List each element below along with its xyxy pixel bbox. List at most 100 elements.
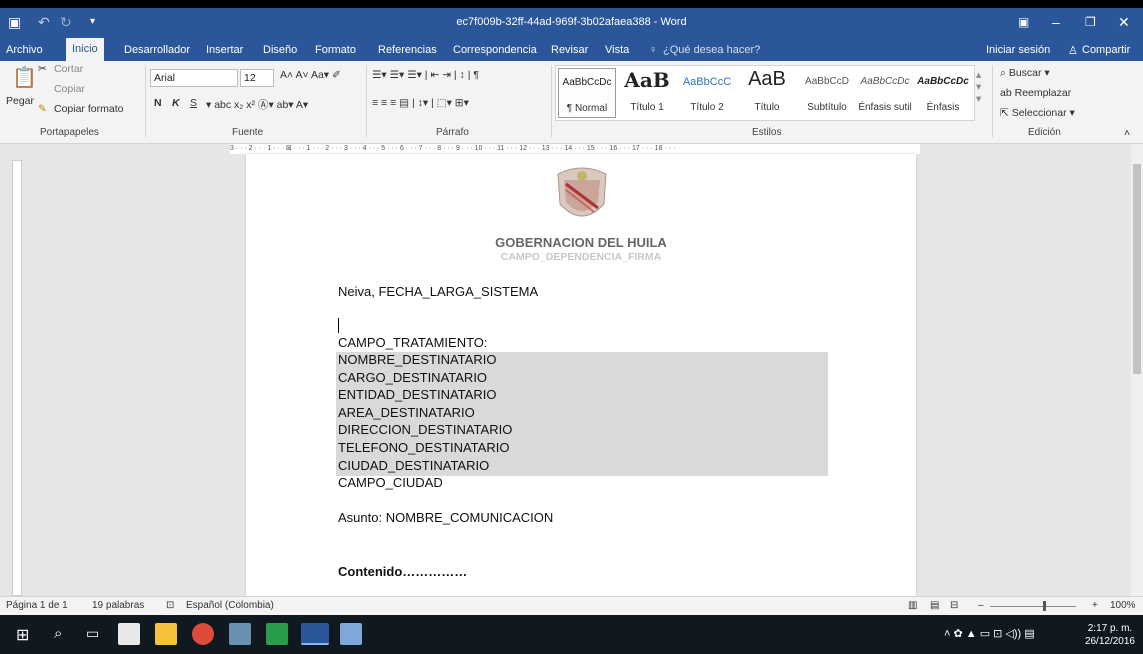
find-button[interactable]: ⌕ Buscar ▾ xyxy=(1000,67,1050,80)
tell-me-box[interactable]: ¿Qué desea hacer? xyxy=(663,44,760,56)
restore-icon[interactable]: ❐ xyxy=(1085,14,1096,30)
word-count[interactable]: 19 palabras xyxy=(92,600,144,611)
word-taskbar-icon[interactable] xyxy=(301,623,329,645)
grow-font-icon[interactable]: A˄ A˅ Aa▾ ✐ xyxy=(280,69,341,81)
word-window: ▣ ↶ ↻ ▾ ec7f009b-32ff-44ad-969f-3b02afae… xyxy=(0,0,1143,654)
web-layout-icon[interactable]: ⊟ xyxy=(950,600,958,611)
collapse-ribbon-icon[interactable]: ˄ xyxy=(1124,127,1130,139)
zoom-slider-thumb[interactable] xyxy=(1043,601,1046,611)
tab-inicio[interactable]: Inicio xyxy=(66,38,104,61)
tab-correspondencia[interactable]: Correspondencia xyxy=(453,44,537,56)
replace-button[interactable]: ab Reemplazar xyxy=(1000,87,1071,99)
chrome-icon[interactable] xyxy=(192,623,214,645)
close-icon[interactable]: ✕ xyxy=(1118,14,1130,30)
copy-button[interactable]: Copiar xyxy=(54,83,85,95)
camtasia-icon[interactable] xyxy=(266,623,288,645)
clock-time: 2:17 p. m. xyxy=(1087,623,1133,634)
style-normal[interactable]: AaBbCcDc ¶ Normal xyxy=(558,68,616,118)
header-subtitle: CAMPO_DEPENDENCIA_FIRMA xyxy=(500,251,662,263)
task-view-icon[interactable]: ▭ xyxy=(86,625,99,642)
cut-button[interactable]: Cortar xyxy=(54,63,83,75)
font-group-label: Fuente xyxy=(232,127,264,138)
style-titulo-2[interactable]: AaBbCcC Título 2 xyxy=(678,68,736,118)
separator xyxy=(992,65,993,137)
coat-of-arms-logo xyxy=(557,167,607,217)
styles-group-label: Estilos xyxy=(752,127,782,138)
app-icon[interactable] xyxy=(229,623,251,645)
style-titulo[interactable]: AaB Título xyxy=(738,68,796,118)
share-button[interactable]: Compartir xyxy=(1082,44,1130,56)
zoom-out-icon[interactable]: – xyxy=(978,600,984,611)
cut-icon: ✂ xyxy=(38,63,47,75)
windows-start-icon[interactable]: ⊞ xyxy=(16,625,29,645)
horizontal-ruler[interactable]: 3 · · · 2 · · · 1 · · · ⊠ · · · 1 · · · … xyxy=(230,144,920,154)
language-indicator[interactable]: Español (Colombia) xyxy=(186,600,274,611)
recipient-line: CARGO_DESTINATARIO xyxy=(338,370,488,385)
print-layout-icon[interactable]: ▤ xyxy=(930,600,939,611)
recipient-line: TELEFONO_DESTINATARIO xyxy=(338,440,510,455)
status-bar: Página 1 de 1 19 palabras ⊡ Español (Col… xyxy=(0,596,1143,615)
bold-button[interactable]: N xyxy=(154,97,162,109)
zoom-level[interactable]: 100% xyxy=(1110,600,1136,611)
zoom-slider[interactable] xyxy=(990,606,1076,607)
tab-archivo[interactable]: Archivo xyxy=(6,44,43,56)
document-page[interactable]: GOBERNACION DEL HUILA CAMPO_DEPENDENCIA_… xyxy=(246,154,916,596)
style-subtitulo[interactable]: AaBbCcD Subtítulo xyxy=(798,68,856,118)
ribbon-display-options-icon[interactable]: ▣ xyxy=(1018,14,1029,30)
top-border xyxy=(0,0,1143,8)
proofing-icon[interactable]: ⊡ xyxy=(166,600,174,611)
window-title: ec7f009b-32ff-44ad-969f-3b02afaea388 - W… xyxy=(456,16,687,28)
system-tray-icons[interactable]: ˄ ✿ ▲ ▭ ⊡ ◁)) ▤ xyxy=(944,627,1035,640)
paste-button[interactable]: Pegar xyxy=(6,95,34,107)
separator xyxy=(551,65,552,137)
tab-insertar[interactable]: Insertar xyxy=(206,44,243,56)
align-icons[interactable]: ≡ ≡ ≡ ▤ | ↕▾ | ⬚▾ ⊞▾ xyxy=(372,97,469,109)
styles-gallery: AaBbCcDc ¶ Normal AaB Título 1 AaBbCcC T… xyxy=(555,65,975,121)
underline-button[interactable]: S xyxy=(190,97,197,109)
font-name-combo[interactable]: Arial xyxy=(150,69,238,87)
format-painter-button[interactable]: Copiar formato xyxy=(54,103,123,115)
vertical-scrollbar[interactable] xyxy=(1131,144,1143,596)
scroll-thumb[interactable] xyxy=(1133,164,1141,374)
paragraph-group-label: Párrafo xyxy=(436,127,469,138)
vertical-ruler[interactable] xyxy=(12,160,22,596)
signin-link[interactable]: Iniciar sesión xyxy=(986,44,1050,56)
styles-scroll-icon[interactable]: ▴ ▾ ▾ xyxy=(976,69,981,105)
read-mode-icon[interactable]: ▥ xyxy=(908,600,917,611)
store-icon[interactable] xyxy=(118,623,140,645)
recipient-line: DIRECCION_DESTINATARIO xyxy=(338,422,513,437)
editing-group-label: Edición xyxy=(1028,127,1061,138)
tab-revisar[interactable]: Revisar xyxy=(551,44,588,56)
font-effects-icons[interactable]: ▾ abc x₂ x² Ⓐ▾ ab▾ A▾ xyxy=(206,97,308,112)
tab-referencias[interactable]: Referencias xyxy=(378,44,437,56)
date-line: Neiva, FECHA_LARGA_SISTEMA xyxy=(338,284,539,299)
recipient-line: CIUDAD_DESTINATARIO xyxy=(338,458,490,473)
recipient-line: ENTIDAD_DESTINATARIO xyxy=(338,387,497,402)
city-line: CAMPO_CIUDAD xyxy=(338,475,443,490)
style-enfasis-sutil[interactable]: AaBbCcDc Énfasis sutil xyxy=(856,68,914,118)
search-icon[interactable]: ⌕ xyxy=(54,625,62,642)
text-cursor xyxy=(338,318,339,333)
clock[interactable]: 2:17 p. m. 26/12/2016 xyxy=(1085,622,1135,648)
ribbon-tabs: Archivo Inicio Desarrollador Insertar Di… xyxy=(0,38,1143,61)
tab-desarrollador[interactable]: Desarrollador xyxy=(124,44,190,56)
file-explorer-icon[interactable] xyxy=(155,623,177,645)
paste-icon[interactable]: 📋 xyxy=(12,65,37,90)
italic-button[interactable]: K xyxy=(172,97,180,109)
tab-formato[interactable]: Formato xyxy=(315,44,356,56)
font-size-combo[interactable]: 12 xyxy=(240,69,274,87)
treatment-line: CAMPO_TRATAMIENTO: xyxy=(338,335,488,350)
zoom-in-icon[interactable]: + xyxy=(1092,600,1098,611)
paint-icon[interactable] xyxy=(340,623,362,645)
separator xyxy=(145,65,146,137)
clipboard-group-label: Portapapeles xyxy=(40,127,99,138)
tab-vista[interactable]: Vista xyxy=(605,44,629,56)
list-icons[interactable]: ☰▾ ☰▾ ☰▾ | ⇤ ⇥ | ↕ | ¶ xyxy=(372,69,479,81)
page-count[interactable]: Página 1 de 1 xyxy=(6,600,68,611)
style-titulo-1[interactable]: AaB Título 1 xyxy=(618,68,676,118)
minimize-icon[interactable]: – xyxy=(1052,14,1060,30)
clock-date: 26/12/2016 xyxy=(1084,636,1135,647)
tab-diseno[interactable]: Diseño xyxy=(263,44,297,56)
select-button[interactable]: ⇱ Seleccionar ▾ xyxy=(1000,107,1075,119)
style-enfasis[interactable]: AaBbCcDc Énfasis xyxy=(914,68,972,118)
